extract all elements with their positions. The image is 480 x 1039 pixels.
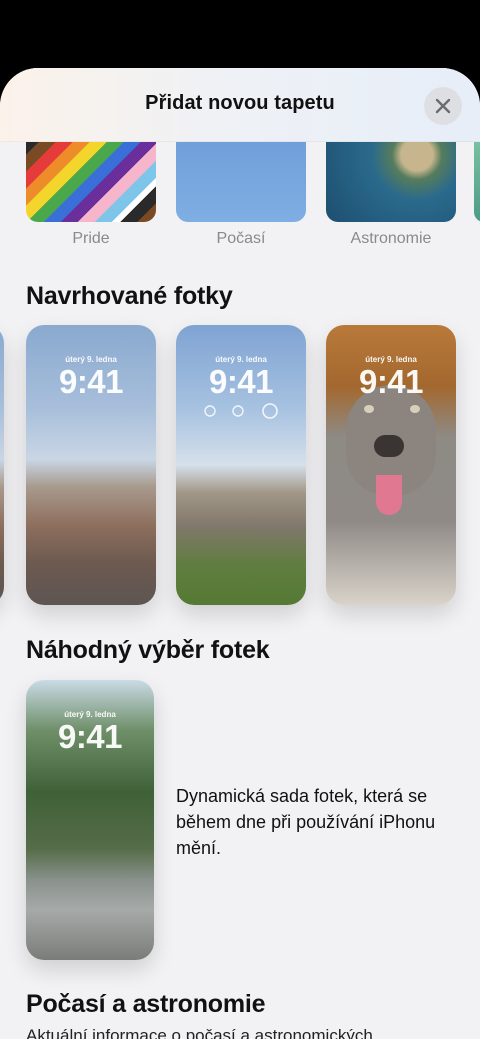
category-row: Pride Počasí Astronomie (0, 138, 480, 258)
suggested-card-partial[interactable] (0, 325, 4, 605)
category-card-next[interactable] (474, 138, 480, 222)
lock-time: 9:41 (208, 363, 274, 400)
category-card-astronomy[interactable] (326, 138, 456, 222)
close-button[interactable] (424, 87, 462, 125)
suggested-title: Navrhované fotky (26, 282, 233, 310)
dog-tongue (376, 475, 402, 515)
category-label-pride: Pride (72, 230, 110, 247)
wallpaper-sheet: Přidat novou tapetu Pride Počasí Astrono… (0, 68, 480, 1039)
sheet-title: Přidat novou tapetu (145, 92, 335, 114)
category-card-weather[interactable] (176, 138, 306, 222)
xmark-icon (435, 98, 451, 114)
shuffle-title: Náhodný výběr fotek (26, 636, 270, 664)
dog-eye-left (364, 405, 374, 413)
lock-time: 9:41 (57, 718, 123, 755)
suggested-card-2[interactable]: úterý 9. ledna 9:41 (176, 325, 306, 605)
shuffle-card[interactable]: úterý 9. ledna 9:41 (26, 680, 154, 960)
category-label-astronomy: Astronomie (350, 230, 432, 247)
widget-row-icon (204, 403, 278, 419)
lock-time: 9:41 (58, 363, 124, 400)
lock-time: 9:41 (358, 363, 424, 400)
dog-eye-right (410, 405, 420, 413)
dog-nose (374, 435, 404, 457)
category-label-weather: Počasí (216, 230, 266, 247)
category-card-pride[interactable] (26, 138, 156, 222)
weather-astronomy-title: Počasí a astronomie (26, 990, 266, 1018)
sheet-header: Přidat novou tapetu (0, 68, 480, 142)
suggested-card-1[interactable]: úterý 9. ledna 9:41 (26, 325, 156, 605)
suggested-card-3[interactable]: úterý 9. ledna 9:41 (326, 325, 456, 605)
shuffle-description: Dynamická sada fotek, která se během dne… (176, 786, 436, 858)
weather-astronomy-subtitle: Aktuální informace o počasí a astronomic… (26, 1026, 373, 1039)
